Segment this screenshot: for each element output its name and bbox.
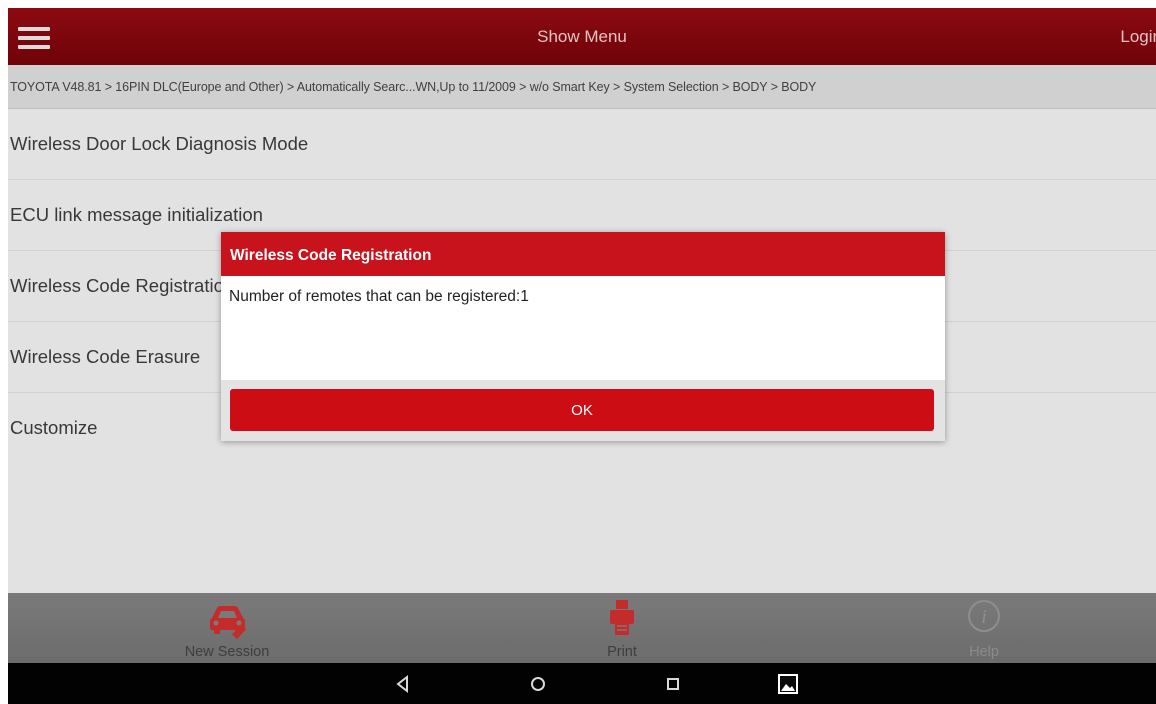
dialog-title: Wireless Code Registration: [221, 232, 945, 276]
svg-text:i: i: [981, 606, 987, 628]
print-button[interactable]: Print: [552, 593, 692, 663]
info-icon: i: [968, 600, 1000, 632]
dialog-message: Number of remotes that can be registered…: [229, 288, 529, 305]
wireless-code-registration-dialog: Wireless Code Registration Number of rem…: [221, 232, 945, 441]
dialog-footer: OK: [221, 380, 945, 441]
car-check-icon: [210, 606, 247, 640]
ok-button[interactable]: OK: [230, 389, 934, 431]
home-icon[interactable]: [525, 671, 551, 697]
top-app-bar: Show Menu Login: [8, 8, 1156, 65]
back-icon[interactable]: [390, 671, 416, 697]
recents-icon[interactable]: [660, 671, 686, 697]
new-session-label: New Session: [184, 644, 270, 660]
help-label: Help: [969, 644, 999, 660]
bottom-toolbar: New Session Print i Help: [8, 593, 1156, 663]
login-link[interactable]: Login: [1120, 27, 1156, 47]
new-session-button[interactable]: New Session: [157, 593, 297, 663]
screenshot-icon[interactable]: [775, 671, 801, 697]
android-navigation-bar: [8, 663, 1156, 704]
page-title[interactable]: Show Menu: [8, 27, 1156, 47]
print-label: Print: [607, 644, 637, 660]
printer-icon: [610, 600, 634, 635]
app-frame: Show Menu Login TOYOTA V48.81 > 16PIN DL…: [0, 0, 1156, 704]
help-button[interactable]: i Help: [914, 593, 1054, 663]
